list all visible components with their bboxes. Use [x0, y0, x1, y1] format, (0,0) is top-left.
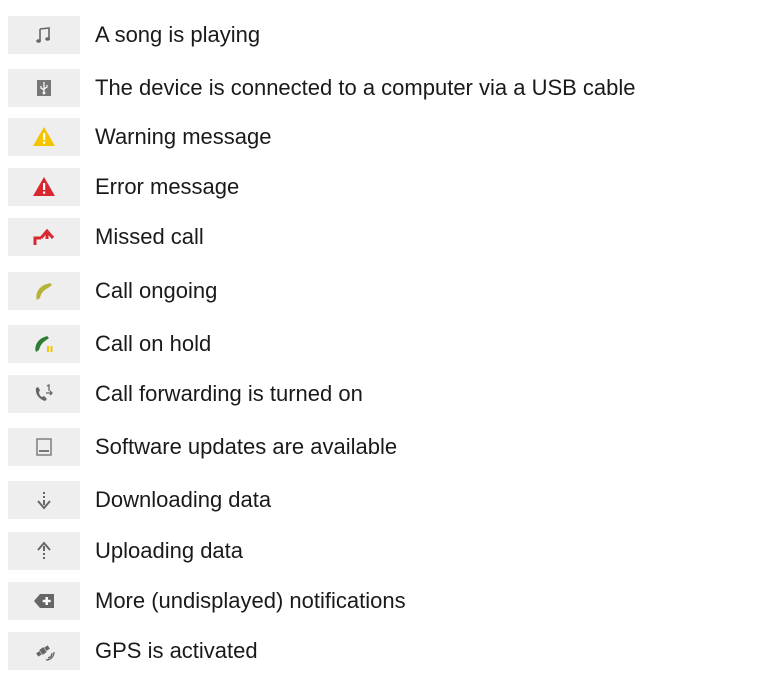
more-notifications-icon — [8, 582, 80, 620]
download-icon — [8, 481, 80, 519]
item-label: Error message — [95, 174, 240, 199]
item-label: Call ongoing — [95, 278, 218, 303]
notification-icon-list: A song is playing The device is connecte… — [0, 0, 759, 675]
list-item: Uploading data — [8, 532, 243, 570]
missed-call-icon — [8, 218, 80, 256]
warning-icon — [8, 118, 80, 156]
gps-icon — [8, 632, 80, 670]
item-label: More (undisplayed) notifications — [95, 588, 406, 613]
call-forwarding-icon — [8, 375, 80, 413]
list-item: GPS is activated — [8, 632, 258, 670]
item-label: A song is playing — [95, 22, 261, 47]
list-item: Software updates are available — [8, 428, 397, 466]
item-label: GPS is activated — [95, 638, 258, 663]
list-item: Call ongoing — [8, 272, 217, 310]
item-label: Call on hold — [95, 331, 212, 356]
list-item: The device is connected to a computer vi… — [8, 69, 636, 107]
item-label: The device is connected to a computer vi… — [95, 75, 636, 100]
list-item: A song is playing — [8, 16, 260, 54]
item-label: Downloading data — [95, 487, 272, 512]
upload-icon — [8, 532, 80, 570]
list-item: Call on hold — [8, 325, 211, 363]
error-icon — [8, 168, 80, 206]
list-item: Error message — [8, 168, 239, 206]
item-label: Software updates are available — [95, 434, 398, 459]
usb-icon — [8, 69, 80, 107]
call-on-hold-icon — [8, 325, 80, 363]
list-item: More (undisplayed) notifications — [8, 582, 406, 620]
music-note-icon — [8, 16, 80, 54]
software-update-icon — [8, 428, 80, 466]
call-ongoing-icon — [8, 272, 80, 310]
item-label: Warning message — [95, 124, 272, 149]
list-item: Downloading data — [8, 481, 271, 519]
item-label: Missed call — [95, 224, 204, 249]
list-item: Missed call — [8, 218, 204, 256]
list-item: Call forwarding is turned on — [8, 375, 363, 413]
item-label: Call forwarding is turned on — [95, 381, 363, 406]
item-label: Uploading data — [95, 538, 244, 563]
list-item: Warning message — [8, 118, 271, 156]
